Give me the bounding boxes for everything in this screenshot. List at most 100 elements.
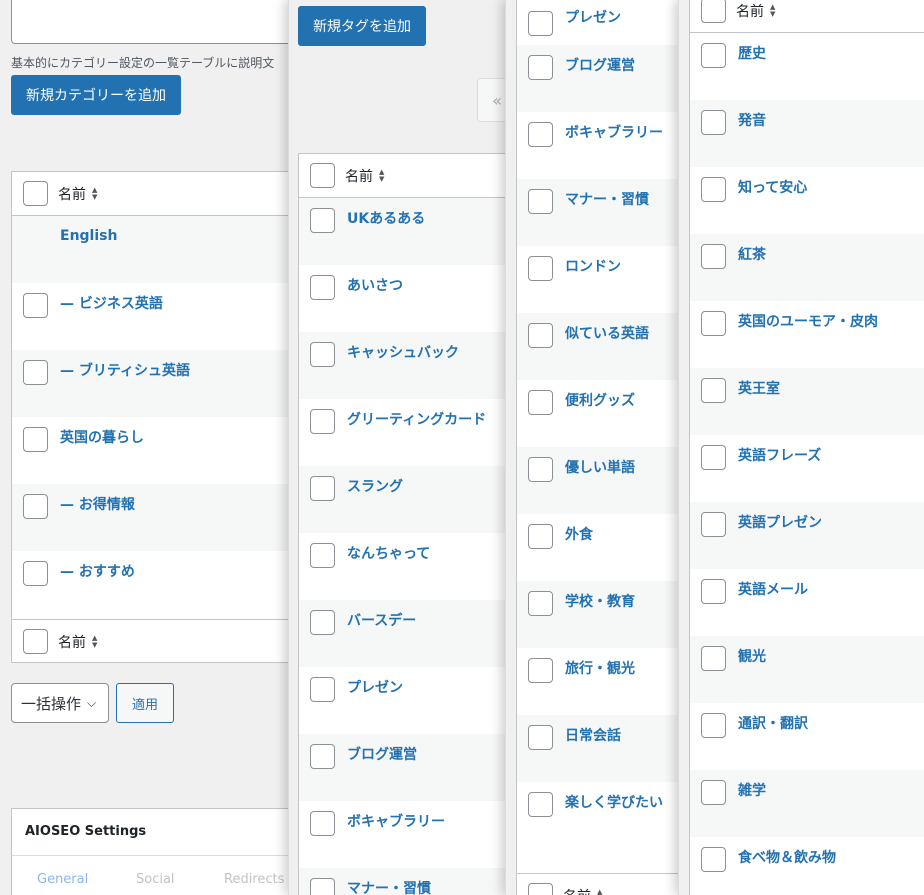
category-link[interactable]: — ブリティシュ英語	[60, 360, 190, 380]
select-all-checkbox[interactable]	[23, 181, 48, 206]
tag-link[interactable]: 歴史	[738, 43, 766, 63]
row-checkbox[interactable]	[701, 311, 726, 336]
row-checkbox[interactable]	[23, 494, 48, 519]
row-checkbox[interactable]	[701, 847, 726, 872]
tab-general[interactable]: General	[37, 872, 88, 887]
row-checkbox[interactable]	[528, 591, 553, 616]
row-checkbox[interactable]	[310, 878, 335, 895]
tag-link[interactable]: グリーティングカード	[347, 409, 486, 429]
tag-link[interactable]: 通訳・翻訳	[738, 713, 808, 733]
tag-link[interactable]: 紅茶	[738, 244, 766, 264]
tag-link[interactable]: 英語フレーズ	[738, 445, 821, 465]
tag-link[interactable]: 英王室	[738, 378, 780, 398]
row-checkbox[interactable]	[528, 457, 553, 482]
row-checkbox[interactable]	[310, 409, 335, 434]
tag-link[interactable]: 発音	[738, 110, 766, 130]
tag-link[interactable]: 英語メール	[738, 579, 808, 599]
select-all-checkbox[interactable]	[701, 0, 726, 23]
row-checkbox[interactable]	[528, 122, 553, 147]
row-checkbox[interactable]	[701, 110, 726, 135]
select-all-checkbox-footer[interactable]	[528, 883, 553, 895]
tag-link[interactable]: ブログ運営	[565, 55, 635, 75]
tab-social[interactable]: Social	[136, 872, 175, 887]
select-all-checkbox-footer[interactable]	[23, 629, 48, 654]
tag-link[interactable]: キャッシュバック	[347, 342, 459, 362]
row-checkbox[interactable]	[310, 744, 335, 769]
row-checkbox[interactable]	[701, 177, 726, 202]
tag-link[interactable]: バースデー	[347, 610, 416, 630]
row-checkbox[interactable]	[528, 658, 553, 683]
row-checkbox[interactable]	[528, 256, 553, 281]
row-checkbox[interactable]	[310, 677, 335, 702]
row-checkbox[interactable]	[310, 543, 335, 568]
tag-link[interactable]: プレゼン	[565, 7, 621, 27]
tag-link[interactable]: プレゼン	[347, 677, 403, 697]
row-checkbox[interactable]	[528, 792, 553, 817]
row-checkbox[interactable]	[701, 445, 726, 470]
tag-link[interactable]: 英語プレゼン	[738, 512, 822, 532]
tag-link[interactable]: スラング	[347, 476, 403, 496]
tag-link[interactable]: 食べ物＆飲み物	[738, 847, 836, 867]
category-link[interactable]: — おすすめ	[60, 561, 135, 581]
row-checkbox[interactable]	[701, 713, 726, 738]
tag-link[interactable]: あいさつ	[347, 275, 403, 295]
row-checkbox[interactable]	[310, 476, 335, 501]
tag-link[interactable]: 楽しく学びたい	[565, 792, 663, 812]
row-checkbox[interactable]	[701, 244, 726, 269]
add-category-button[interactable]: 新規カテゴリーを追加	[11, 75, 181, 115]
tag-link[interactable]: 知って安心	[738, 177, 807, 197]
tag-link[interactable]: 外食	[565, 524, 593, 544]
row-checkbox[interactable]	[310, 275, 335, 300]
apply-button[interactable]: 適用	[116, 683, 174, 723]
row-checkbox[interactable]	[528, 524, 553, 549]
tag-link[interactable]: ボキャブラリー	[347, 811, 445, 831]
column-name-header[interactable]: 名前 ▲ ▼	[58, 184, 97, 204]
row-checkbox[interactable]	[701, 378, 726, 403]
row-checkbox[interactable]	[701, 780, 726, 805]
add-tag-button[interactable]: 新規タグを追加	[298, 6, 426, 46]
tag-link[interactable]: 日常会話	[565, 725, 621, 745]
tag-link[interactable]: 便利グッズ	[565, 390, 635, 410]
tag-link[interactable]: 英国のユーモア・皮肉	[738, 311, 878, 331]
column-name-header[interactable]: 名前 ▲ ▼	[345, 166, 384, 186]
category-link[interactable]: — お得情報	[60, 494, 135, 514]
category-link[interactable]: English	[60, 228, 117, 244]
tag-link[interactable]: UKあるある	[347, 208, 425, 228]
tag-link[interactable]: 似ている英語	[565, 323, 649, 343]
tag-link[interactable]: なんちゃって	[347, 543, 430, 563]
tag-link[interactable]: 優しい単語	[565, 457, 635, 477]
row-checkbox[interactable]	[23, 293, 48, 318]
bulk-action-select[interactable]: 一括操作 ⌵	[11, 683, 109, 723]
row-checkbox[interactable]	[528, 189, 553, 214]
select-all-checkbox[interactable]	[310, 163, 335, 188]
row-checkbox[interactable]	[701, 43, 726, 68]
row-checkbox[interactable]	[310, 342, 335, 367]
row-checkbox[interactable]	[528, 390, 553, 415]
row-checkbox[interactable]	[310, 811, 335, 836]
tag-link[interactable]: 雑学	[738, 780, 766, 800]
row-checkbox[interactable]	[23, 360, 48, 385]
tag-link[interactable]: マナー・習慣	[347, 878, 431, 895]
row-checkbox[interactable]	[701, 579, 726, 604]
row-checkbox[interactable]	[528, 725, 553, 750]
row-checkbox[interactable]	[701, 646, 726, 671]
description-textarea[interactable]	[11, 0, 300, 44]
column-name-footer[interactable]: 名前 ▲▼	[563, 886, 602, 895]
tag-link[interactable]: 学校・教育	[565, 591, 635, 611]
tag-link[interactable]: ブログ運営	[347, 744, 417, 764]
row-checkbox[interactable]	[528, 323, 553, 348]
row-checkbox[interactable]	[310, 610, 335, 635]
column-name-footer[interactable]: 名前 ▲▼	[58, 632, 97, 652]
tag-link[interactable]: 観光	[738, 646, 766, 666]
tag-link[interactable]: ボキャブラリー	[565, 122, 663, 142]
row-checkbox[interactable]	[23, 561, 48, 586]
row-checkbox[interactable]	[23, 427, 48, 452]
row-checkbox[interactable]	[701, 512, 726, 537]
column-name-header[interactable]: 名前 ▲ ▼	[736, 1, 775, 21]
category-link[interactable]: 英国の暮らし	[60, 427, 144, 447]
tag-link[interactable]: マナー・習慣	[565, 189, 649, 209]
tab-redirects[interactable]: Redirects	[224, 872, 284, 887]
category-link[interactable]: — ビジネス英語	[60, 293, 163, 313]
tag-link[interactable]: 旅行・観光	[565, 658, 635, 678]
row-checkbox[interactable]	[528, 11, 553, 36]
